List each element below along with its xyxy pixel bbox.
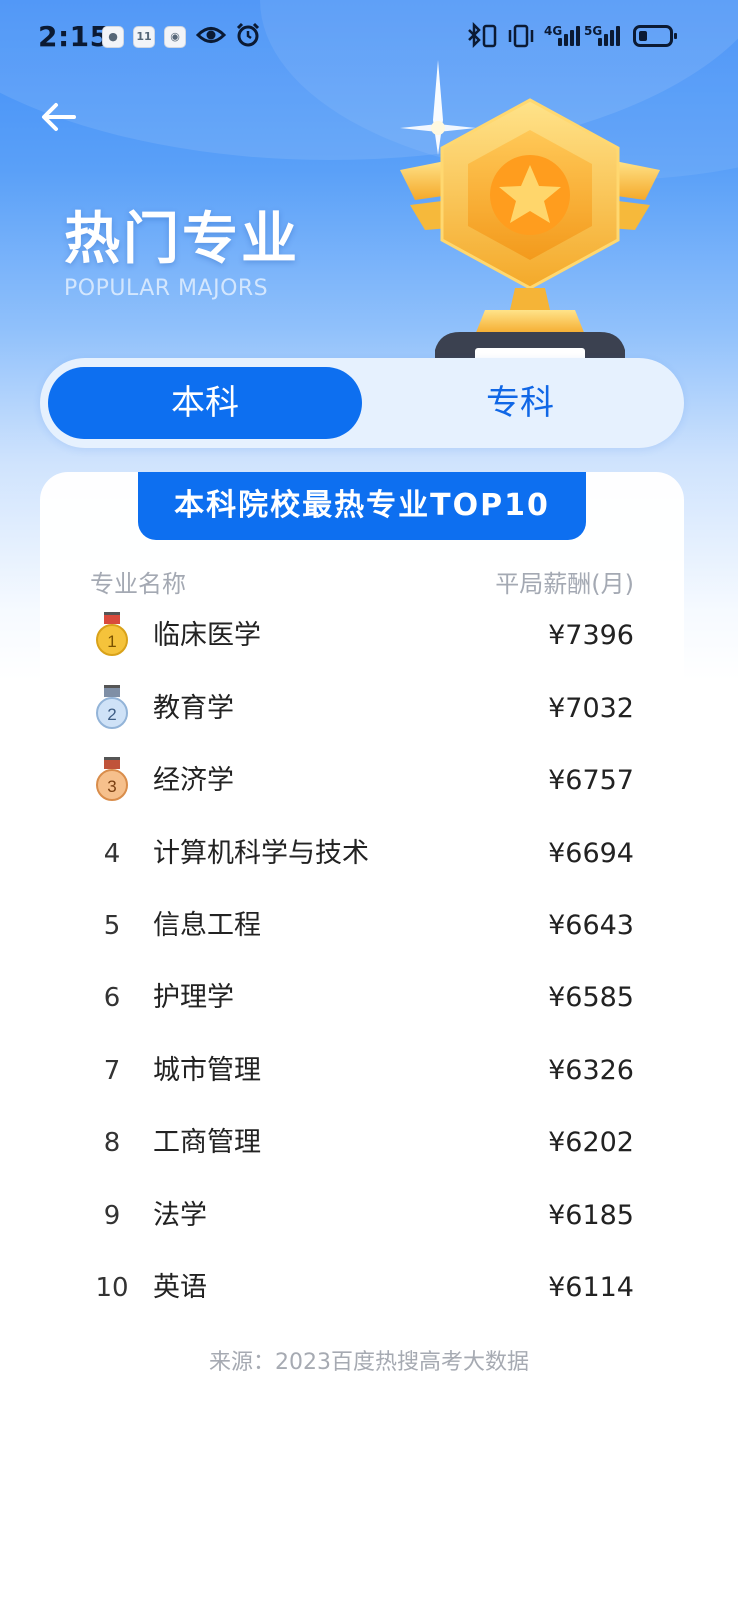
table-row: 1 临床医学 ¥7396 — [0, 600, 738, 672]
bronze-medal-icon: 3 — [96, 757, 128, 801]
major-name: 计算机科学与技术 — [153, 838, 369, 869]
notification-icon: 11 — [133, 26, 155, 48]
rank-number: 4 — [103, 839, 121, 869]
notification-icon: ◉ — [164, 26, 186, 48]
column-header-major: 专业名称 — [90, 570, 186, 598]
table-row: 7 城市管理 ¥6326 — [0, 1035, 738, 1107]
table-row: 4 计算机科学与技术 ¥6694 — [0, 818, 738, 890]
major-salary: ¥6185 — [548, 1200, 634, 1231]
trophy-icon — [400, 60, 660, 370]
rank-number: 5 — [103, 911, 121, 941]
rank-number: 9 — [103, 1201, 121, 1231]
major-salary: ¥6114 — [548, 1272, 634, 1303]
tab-undergraduate[interactable]: 本科 — [48, 367, 362, 439]
bluetooth-icon — [468, 22, 497, 49]
major-salary: ¥6643 — [548, 910, 634, 941]
major-name: 法学 — [153, 1200, 207, 1231]
major-name: 临床医学 — [153, 620, 261, 651]
ranking-title: 本科院校最热专业TOP10 — [138, 472, 586, 540]
major-salary: ¥7032 — [548, 693, 634, 724]
major-name: 城市管理 — [153, 1055, 261, 1086]
major-salary: ¥6202 — [548, 1127, 634, 1158]
table-row: 9 法学 ¥6185 — [0, 1180, 738, 1252]
battery-icon — [633, 25, 677, 47]
page-title: 热门专业 — [64, 207, 300, 272]
rank-number: 8 — [103, 1128, 121, 1158]
silver-medal-icon: 2 — [96, 685, 128, 729]
table-row: 3 经济学 ¥6757 — [0, 745, 738, 817]
tab-vocational[interactable]: 专科 — [364, 367, 676, 439]
major-name: 经济学 — [153, 765, 234, 796]
table-row: 2 教育学 ¥7032 — [0, 673, 738, 745]
major-name: 护理学 — [153, 982, 234, 1013]
table-row: 6 护理学 ¥6585 — [0, 962, 738, 1034]
major-name: 教育学 — [153, 693, 234, 724]
svg-text:2: 2 — [107, 705, 116, 724]
major-salary: ¥6326 — [548, 1055, 634, 1086]
signal-icon — [588, 24, 620, 46]
status-time: 2:15 — [38, 20, 110, 53]
column-header-salary: 平局薪酬(月) — [495, 570, 634, 598]
notification-icon: ● — [102, 26, 124, 48]
major-name: 信息工程 — [153, 910, 261, 941]
table-row: 8 工商管理 ¥6202 — [0, 1107, 738, 1179]
data-source-note: 来源：2023百度热搜高考大数据 — [209, 1350, 529, 1375]
gold-medal-icon: 1 — [96, 612, 128, 656]
table-row: 10 英语 ¥6114 — [0, 1252, 738, 1324]
svg-text:1: 1 — [107, 632, 116, 651]
major-salary: ¥6694 — [548, 838, 634, 869]
signal-icon — [548, 24, 580, 46]
rank-number: 7 — [103, 1056, 121, 1086]
major-salary: ¥6585 — [548, 982, 634, 1013]
degree-tabs: 本科 专科 — [40, 358, 684, 448]
vibrate-icon — [508, 24, 534, 48]
svg-text:3: 3 — [107, 777, 116, 796]
major-name: 工商管理 — [153, 1127, 261, 1158]
major-name: 英语 — [153, 1272, 207, 1303]
major-salary: ¥6757 — [548, 765, 634, 796]
table-row: 5 信息工程 ¥6643 — [0, 890, 738, 962]
major-salary: ¥7396 — [548, 620, 634, 651]
alarm-icon — [236, 22, 260, 47]
arrow-left-icon[interactable] — [36, 96, 82, 142]
rank-number: 10 — [95, 1273, 129, 1303]
eye-icon — [196, 27, 226, 43]
page-subtitle: POPULAR MAJORS — [64, 276, 269, 301]
rank-number: 6 — [103, 983, 121, 1013]
